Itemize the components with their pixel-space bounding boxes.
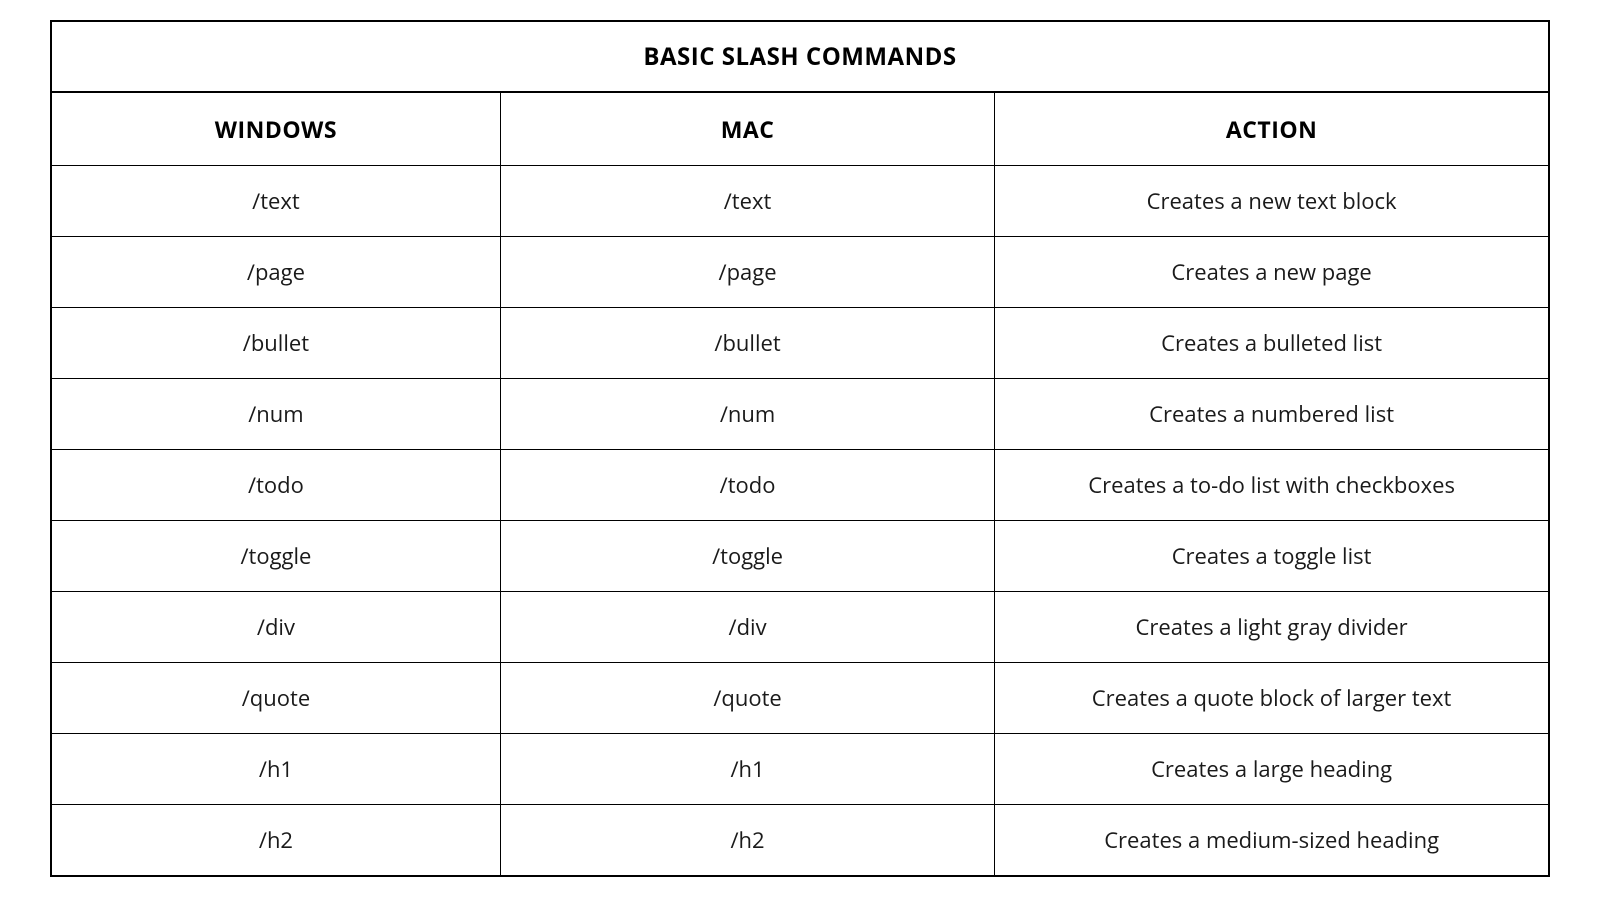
- table-header-row: WINDOWS MAC ACTION: [51, 92, 1549, 166]
- slash-commands-table-container: BASIC SLASH COMMANDS WINDOWS MAC ACTION …: [50, 20, 1550, 877]
- slash-commands-table: BASIC SLASH COMMANDS WINDOWS MAC ACTION …: [50, 20, 1550, 877]
- cell-mac: /num: [500, 379, 994, 450]
- column-header-windows: WINDOWS: [51, 92, 500, 166]
- table-row: /text/textCreates a new text block: [51, 166, 1549, 237]
- cell-windows: /num: [51, 379, 500, 450]
- cell-mac: /quote: [500, 663, 994, 734]
- cell-windows: /div: [51, 592, 500, 663]
- table-title: BASIC SLASH COMMANDS: [50, 20, 1550, 91]
- table-row: /div/divCreates a light gray divider: [51, 592, 1549, 663]
- cell-action: Creates a to-do list with checkboxes: [995, 450, 1549, 521]
- cell-mac: /todo: [500, 450, 994, 521]
- column-header-action: ACTION: [995, 92, 1549, 166]
- cell-windows: /h1: [51, 734, 500, 805]
- cell-windows: /quote: [51, 663, 500, 734]
- table-row: /quote/quoteCreates a quote block of lar…: [51, 663, 1549, 734]
- cell-action: Creates a large heading: [995, 734, 1549, 805]
- cell-mac: /text: [500, 166, 994, 237]
- cell-windows: /h2: [51, 805, 500, 877]
- cell-windows: /page: [51, 237, 500, 308]
- cell-windows: /toggle: [51, 521, 500, 592]
- table-row: /num/numCreates a numbered list: [51, 379, 1549, 450]
- table-row: /h1/h1Creates a large heading: [51, 734, 1549, 805]
- cell-action: Creates a numbered list: [995, 379, 1549, 450]
- cell-windows: /todo: [51, 450, 500, 521]
- column-header-mac: MAC: [500, 92, 994, 166]
- table-header: WINDOWS MAC ACTION: [51, 92, 1549, 166]
- cell-action: Creates a new page: [995, 237, 1549, 308]
- cell-action: Creates a bulleted list: [995, 308, 1549, 379]
- cell-windows: /bullet: [51, 308, 500, 379]
- table-body: /text/textCreates a new text block/page/…: [51, 166, 1549, 877]
- cell-action: Creates a quote block of larger text: [995, 663, 1549, 734]
- cell-mac: /bullet: [500, 308, 994, 379]
- cell-action: Creates a medium-sized heading: [995, 805, 1549, 877]
- table-row: /toggle/toggleCreates a toggle list: [51, 521, 1549, 592]
- cell-windows: /text: [51, 166, 500, 237]
- cell-action: Creates a new text block: [995, 166, 1549, 237]
- cell-action: Creates a toggle list: [995, 521, 1549, 592]
- cell-mac: /h1: [500, 734, 994, 805]
- cell-mac: /toggle: [500, 521, 994, 592]
- cell-action: Creates a light gray divider: [995, 592, 1549, 663]
- table-row: /bullet/bulletCreates a bulleted list: [51, 308, 1549, 379]
- cell-mac: /page: [500, 237, 994, 308]
- cell-mac: /div: [500, 592, 994, 663]
- table-row: /h2/h2Creates a medium-sized heading: [51, 805, 1549, 877]
- table-row: /todo/todoCreates a to-do list with chec…: [51, 450, 1549, 521]
- cell-mac: /h2: [500, 805, 994, 877]
- table-row: /page/pageCreates a new page: [51, 237, 1549, 308]
